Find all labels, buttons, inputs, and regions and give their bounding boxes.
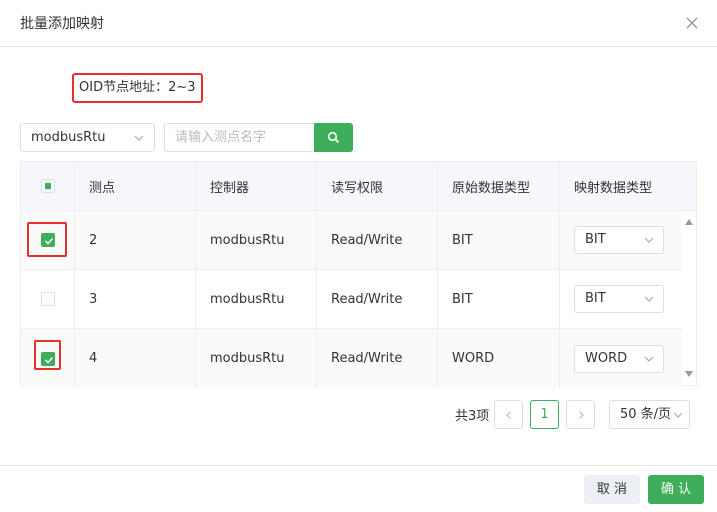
point-search-input[interactable] xyxy=(164,123,315,152)
dialog-title: 批量添加映射 xyxy=(20,16,104,32)
table-header: 测点 控制器 读写权限 原始数据类型 映射数据类型 xyxy=(21,162,696,211)
header-point: 测点 xyxy=(75,162,196,210)
header-access: 读写权限 xyxy=(317,162,438,210)
cell-map-type: BIT xyxy=(560,211,682,269)
scroll-up-arrow-icon[interactable] xyxy=(685,219,693,225)
cell-controller: modbusRtu xyxy=(196,270,317,328)
header-controller: 控制器 xyxy=(196,162,317,210)
dialog-header: 批量添加映射 xyxy=(0,0,717,47)
table-row: 4 modbusRtu Read/Write WORD WORD xyxy=(21,329,682,388)
page-size-select[interactable]: 50 条/页 xyxy=(609,400,690,429)
header-map-type: 映射数据类型 xyxy=(574,180,653,196)
protocol-select[interactable]: modbusRtu xyxy=(20,123,155,152)
page-size-value: 50 条/页 xyxy=(620,407,672,422)
cell-point: 2 xyxy=(75,211,196,269)
scroll-down-arrow-icon[interactable] xyxy=(685,371,693,377)
cell-map-type: WORD xyxy=(560,329,682,388)
chevron-left-icon xyxy=(506,411,511,419)
chevron-down-icon xyxy=(644,356,654,362)
close-button[interactable] xyxy=(683,14,701,32)
table-row: 3 modbusRtu Read/Write BIT BIT xyxy=(21,270,682,329)
chevron-down-icon xyxy=(644,237,654,243)
footer-divider xyxy=(0,465,717,466)
cell-access: Read/Write xyxy=(317,211,438,269)
cell-access: Read/Write xyxy=(317,329,438,388)
cell-raw-type: BIT xyxy=(438,211,560,269)
map-type-select[interactable]: WORD xyxy=(574,344,664,373)
search-button[interactable] xyxy=(314,123,353,152)
chevron-down-icon xyxy=(134,135,144,141)
cancel-button[interactable]: 取 消 xyxy=(584,475,640,504)
mapping-table: 测点 控制器 读写权限 原始数据类型 映射数据类型 2 modbusRtu Re… xyxy=(20,161,697,388)
row-checkbox-cell xyxy=(21,270,75,328)
next-page-button[interactable] xyxy=(566,400,595,429)
map-type-value: BIT xyxy=(585,232,606,247)
cell-map-type: BIT xyxy=(560,270,682,328)
chevron-right-icon xyxy=(579,411,584,419)
pagination-total: 共3项 xyxy=(455,409,490,424)
cell-point: 3 xyxy=(75,270,196,328)
prev-page-button[interactable] xyxy=(494,400,523,429)
map-type-value: WORD xyxy=(585,350,628,366)
table-scrollbar[interactable] xyxy=(682,211,696,385)
cell-controller: modbusRtu xyxy=(196,211,317,269)
cell-raw-type: WORD xyxy=(438,329,560,388)
oid-node-address: OID节点地址：2~3 xyxy=(72,73,203,103)
highlight-box xyxy=(27,222,67,257)
select-all-checkbox[interactable] xyxy=(40,179,55,193)
cell-controller: modbusRtu xyxy=(196,329,317,388)
cell-raw-type: BIT xyxy=(438,270,560,328)
map-type-select[interactable]: BIT xyxy=(574,285,664,313)
header-raw-type: 原始数据类型 xyxy=(438,162,560,210)
table-row: 2 modbusRtu Read/Write BIT BIT xyxy=(21,211,682,270)
map-type-value: BIT xyxy=(585,291,606,306)
confirm-button[interactable]: 确 认 xyxy=(648,475,704,504)
protocol-select-value: modbusRtu xyxy=(31,130,106,145)
highlight-box xyxy=(34,340,61,370)
close-icon xyxy=(686,17,698,29)
search-icon xyxy=(327,131,340,144)
header-select-all[interactable] xyxy=(21,162,75,210)
row-checkbox[interactable] xyxy=(40,292,55,306)
cell-access: Read/Write xyxy=(317,270,438,328)
page-number-button[interactable]: 1 xyxy=(530,400,559,429)
chevron-down-icon xyxy=(673,412,683,418)
map-type-select[interactable]: BIT xyxy=(574,226,664,254)
chevron-down-icon xyxy=(644,296,654,302)
cell-point: 4 xyxy=(75,329,196,388)
